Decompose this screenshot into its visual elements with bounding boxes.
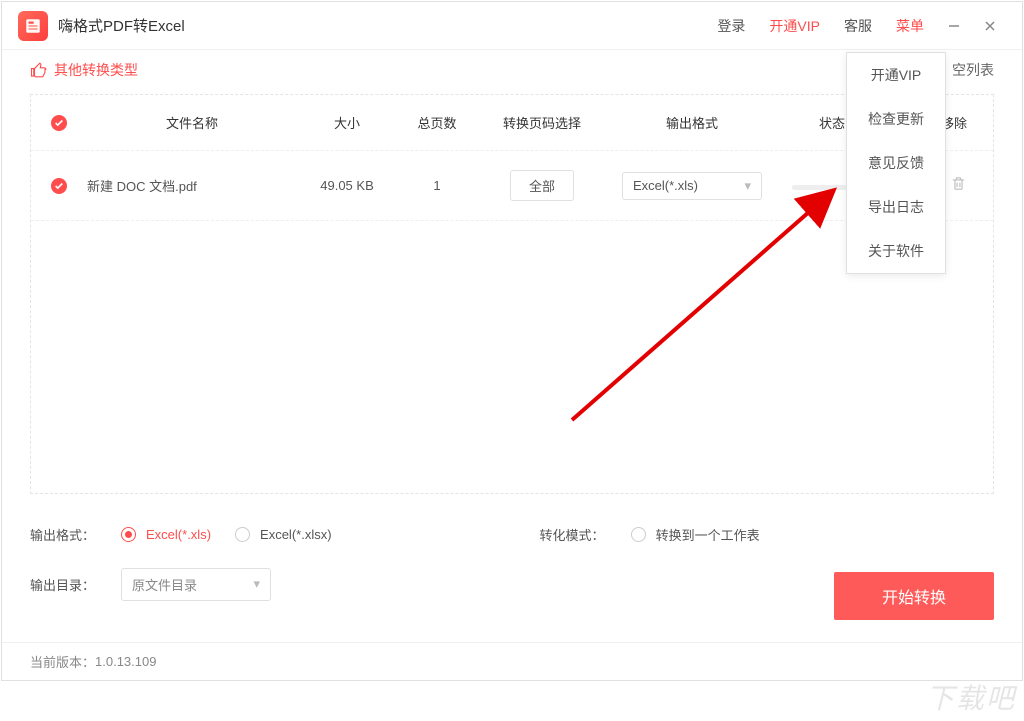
- row-remove-button[interactable]: [950, 177, 967, 196]
- minimize-button[interactable]: [936, 12, 972, 40]
- radio-checked-icon: [121, 527, 136, 542]
- nav-login[interactable]: 登录: [717, 16, 745, 36]
- app-title: 嗨格式PDF转Excel: [58, 15, 185, 36]
- row-page-select-button[interactable]: 全部: [510, 170, 574, 201]
- output-dir-select[interactable]: 原文件目录 ▾: [121, 568, 271, 601]
- title-bar: 嗨格式PDF转Excel 登录 开通VIP 客服 菜单: [2, 2, 1022, 50]
- other-convert-types[interactable]: 其他转换类型: [30, 60, 138, 80]
- chevron-down-icon: ▾: [744, 178, 751, 194]
- row-checkbox[interactable]: [51, 178, 87, 194]
- radio-xlsx[interactable]: Excel(*.xlsx): [235, 527, 332, 542]
- row-size: 49.05 KB: [297, 178, 397, 193]
- version-bar: 当前版本： 1.0.13.109: [2, 642, 1022, 680]
- header-page-select: 转换页码选择: [477, 113, 607, 132]
- version-label: 当前版本：: [30, 652, 95, 671]
- thumb-icon: [30, 61, 48, 79]
- convert-mode-label: 转化模式：: [540, 525, 605, 544]
- check-icon: [51, 178, 67, 194]
- output-format-label: 输出格式：: [30, 525, 95, 544]
- header-pages: 总页数: [397, 113, 477, 132]
- close-button[interactable]: [972, 12, 1008, 40]
- header-size: 大小: [297, 113, 397, 132]
- radio-unchecked-icon: [235, 527, 250, 542]
- menu-item-about[interactable]: 关于软件: [847, 229, 945, 273]
- radio-xls-label: Excel(*.xls): [146, 527, 211, 542]
- header-select-all[interactable]: [51, 115, 87, 131]
- radio-xls[interactable]: Excel(*.xls): [121, 527, 211, 542]
- menu-item-vip[interactable]: 开通VIP: [847, 53, 945, 97]
- app-logo: [18, 11, 48, 41]
- version-value: 1.0.13.109: [95, 654, 156, 669]
- row-pages: 1: [397, 178, 477, 193]
- watermark: 下载吧: [926, 677, 1016, 717]
- radio-single-sheet[interactable]: 转换到一个工作表: [631, 525, 760, 544]
- chevron-down-icon: ▾: [253, 576, 260, 592]
- row-filename: 新建 DOC 文档.pdf: [87, 176, 297, 195]
- output-dir-value: 原文件目录: [132, 575, 197, 594]
- radio-xlsx-label: Excel(*.xlsx): [260, 527, 332, 542]
- other-convert-label: 其他转换类型: [54, 60, 138, 80]
- menu-dropdown: 开通VIP 检查更新 意见反馈 导出日志 关于软件: [846, 52, 946, 274]
- radio-single-sheet-label: 转换到一个工作表: [656, 525, 760, 544]
- start-convert-button[interactable]: 开始转换: [834, 572, 994, 620]
- row-format-select[interactable]: Excel(*.xls) ▾: [622, 172, 762, 200]
- menu-item-export-log[interactable]: 导出日志: [847, 185, 945, 229]
- output-dir-label: 输出目录：: [30, 575, 95, 594]
- check-icon: [51, 115, 67, 131]
- menu-item-feedback[interactable]: 意见反馈: [847, 141, 945, 185]
- nav-vip[interactable]: 开通VIP: [769, 16, 820, 36]
- nav-menu[interactable]: 菜单: [896, 16, 924, 36]
- clear-list-link[interactable]: 空列表: [952, 60, 994, 80]
- row-format-value: Excel(*.xls): [633, 178, 698, 193]
- header-filename: 文件名称: [87, 113, 297, 132]
- menu-item-update[interactable]: 检查更新: [847, 97, 945, 141]
- nav-support[interactable]: 客服: [844, 16, 872, 36]
- header-output-format: 输出格式: [607, 113, 777, 132]
- radio-unchecked-icon: [631, 527, 646, 542]
